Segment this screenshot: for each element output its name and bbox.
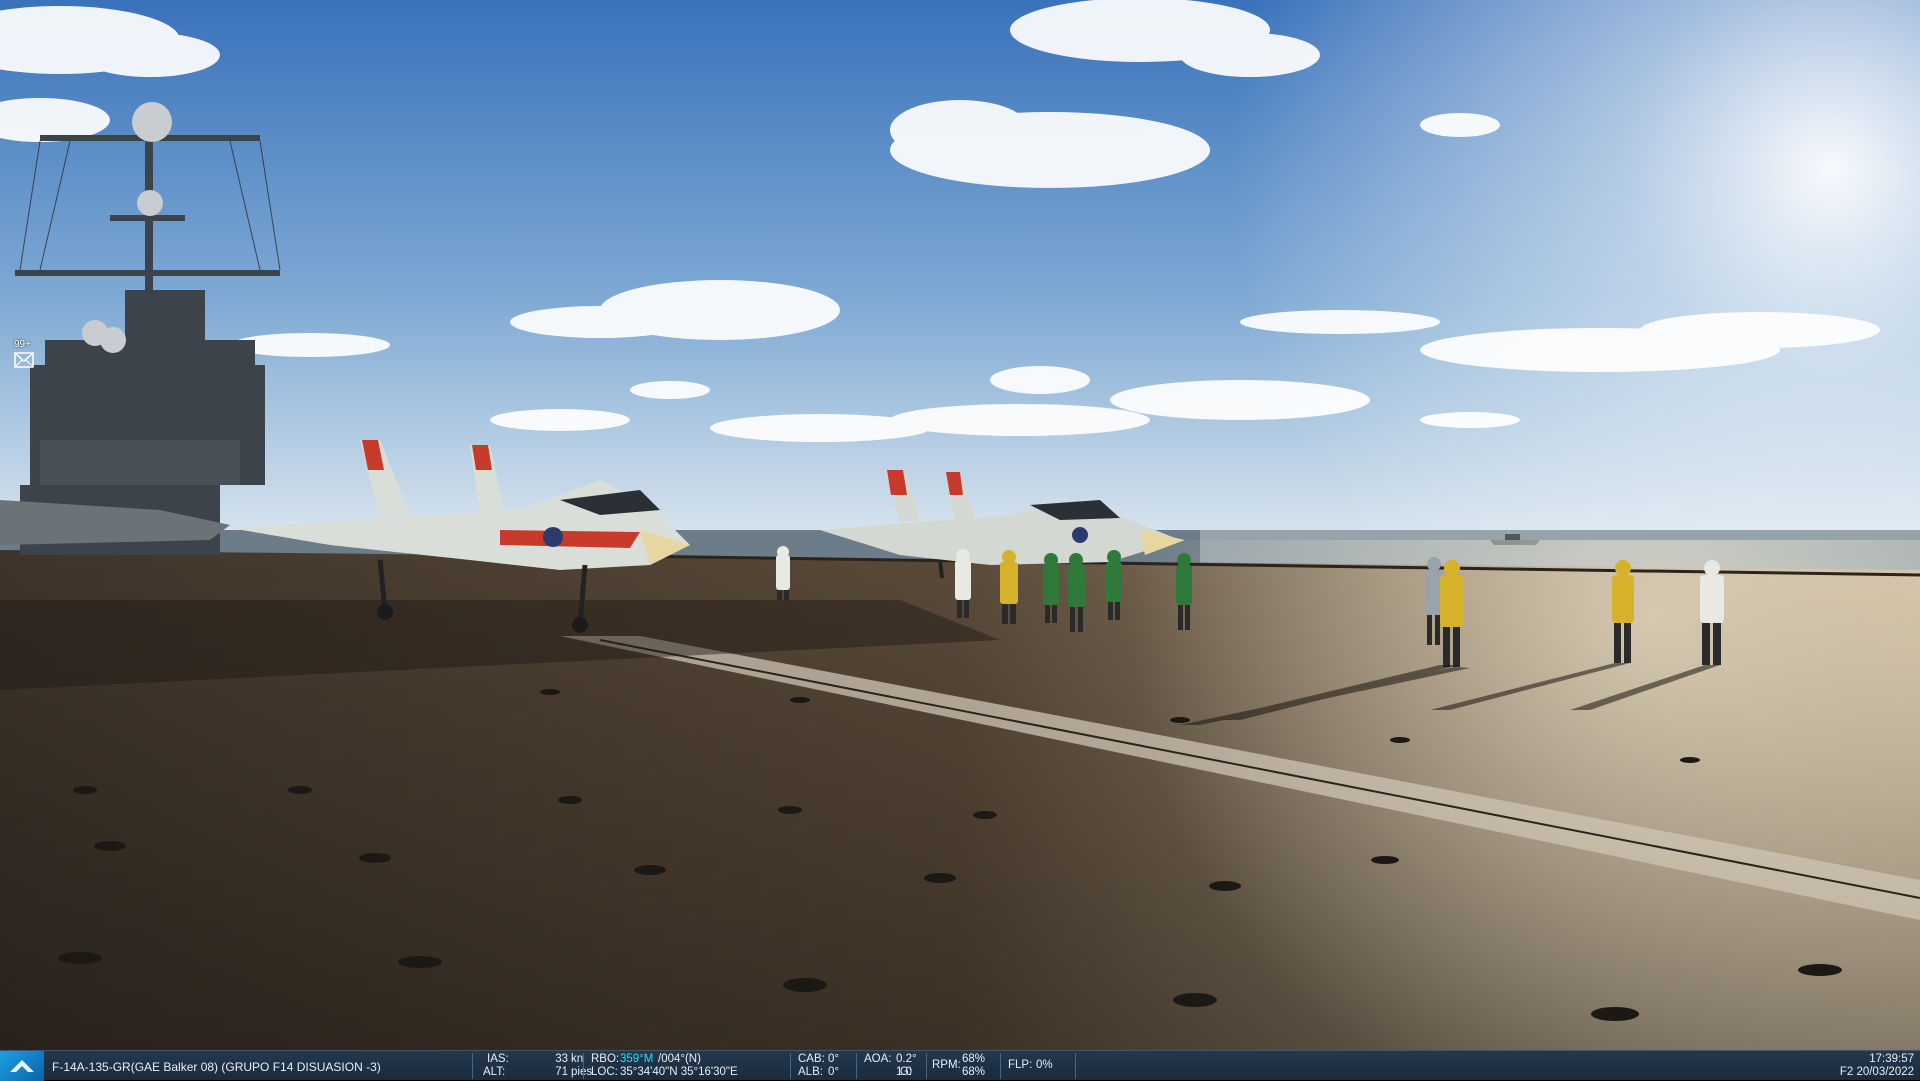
flp-label: FLP: [1008, 1059, 1033, 1071]
rbo-true: /004°(N) [658, 1053, 701, 1065]
alt-label: ALT: [483, 1066, 506, 1078]
loc-value: 35°34'40"N 35°16'30"E [620, 1066, 738, 1078]
divider [472, 1053, 473, 1079]
carrier-deck-scene [0, 0, 1920, 1050]
divider [583, 1053, 584, 1079]
envelope-icon [14, 352, 34, 368]
loc-label: LOC: [591, 1066, 618, 1078]
divider [1000, 1053, 1001, 1079]
alt-unit: pies [571, 1066, 593, 1078]
alb-value: 0° [828, 1066, 839, 1078]
mission-date: F2 20/03/2022 [1839, 1066, 1914, 1078]
status-bar: F-14A-135-GR(GAE Balker 08) (GRUPO F14 D… [0, 1050, 1920, 1081]
rpm-label: RPM: [932, 1059, 961, 1071]
rpm-engine-1: 68% [962, 1053, 986, 1065]
unit-name: F-14A-135-GR(GAE Balker 08) (GRUPO F14 D… [52, 1060, 381, 1074]
ias-unit: kn [571, 1053, 584, 1065]
g-value: 1.0 [896, 1066, 912, 1078]
cab-label: CAB: [798, 1053, 825, 1065]
sim-logo-icon[interactable] [0, 1051, 44, 1081]
divider [1075, 1053, 1076, 1079]
flp-value: 0% [1036, 1059, 1053, 1071]
rbo-magnetic: 359°M [620, 1053, 654, 1065]
aoa-label: AOA: [864, 1053, 892, 1065]
mail-notification[interactable]: 99+ [8, 340, 48, 376]
ias-value: 33 [555, 1053, 568, 1065]
alt-value: 71 [555, 1066, 568, 1078]
divider [926, 1053, 927, 1079]
aoa-value: 0.2° [896, 1053, 917, 1065]
alb-label: ALB: [798, 1066, 823, 1078]
ias-label: IAS: [487, 1053, 509, 1065]
cab-value: 0° [828, 1053, 839, 1065]
rbo-label: RBO: [591, 1053, 620, 1065]
rpm-engine-2: 68% [962, 1066, 986, 1078]
clock-time: 17:39:57 [1869, 1053, 1914, 1065]
divider [790, 1053, 791, 1079]
divider [856, 1053, 857, 1079]
mail-count: 99+ [14, 339, 31, 350]
